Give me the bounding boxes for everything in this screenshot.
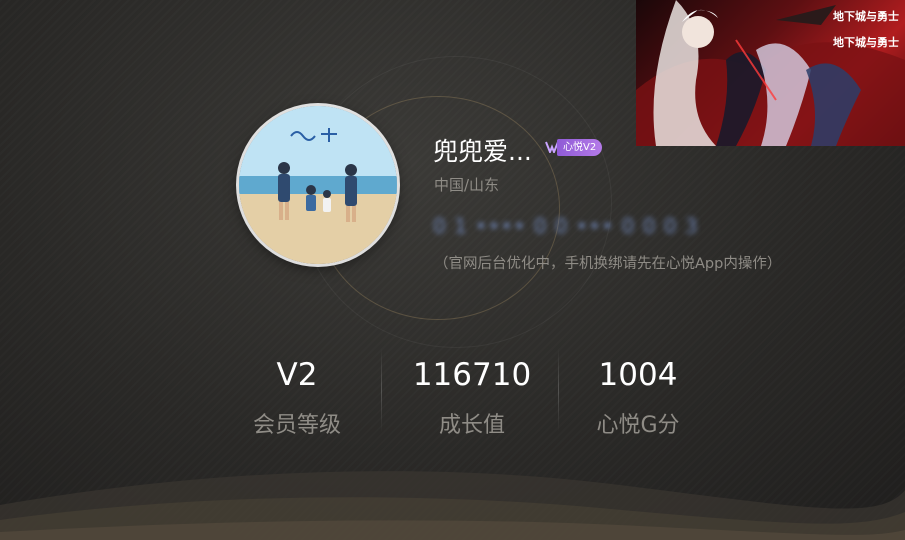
masked-phone-number: 0 1 •••• 0 0 ••• 0 0 0 3 (433, 214, 699, 238)
stat-member-level[interactable]: V2 会员等级 (212, 355, 382, 439)
rebind-notice: （官网后台优化中，手机换绑请先在心悦App内操作） (434, 256, 782, 272)
ad-logo-line2: 地下城与勇士 (833, 36, 899, 49)
stat-value: 116710 (412, 357, 532, 393)
stat-g-score[interactable]: 1004 心悦G分 (553, 355, 723, 439)
ad-logo-line1: 地下城与勇士 (833, 10, 899, 23)
vip-level-label: 心悦V2 (557, 138, 603, 156)
decorative-wave (0, 471, 905, 540)
game-ad-banner[interactable]: 地下城与勇士 地下城与勇士 (636, 0, 905, 146)
stat-value: V2 (276, 357, 318, 393)
stat-value: 1004 (598, 357, 678, 393)
avatar-image (239, 106, 397, 264)
stat-label: 会员等级 (252, 413, 341, 438)
stats-divider (558, 348, 559, 432)
stat-growth-value[interactable]: 116710 成长值 (387, 355, 557, 439)
user-location: 中国/山东 (434, 176, 500, 194)
stat-label: 成长值 (438, 413, 505, 438)
stats-bar: V2 会员等级 116710 成长值 1004 心悦G分 (212, 355, 722, 445)
stat-label: 心悦G分 (596, 413, 680, 438)
stats-divider (381, 348, 382, 432)
username: 兜兜爱... (433, 137, 532, 166)
avatar[interactable] (239, 106, 397, 264)
vip-badge[interactable]: 心悦V2 (545, 138, 603, 156)
